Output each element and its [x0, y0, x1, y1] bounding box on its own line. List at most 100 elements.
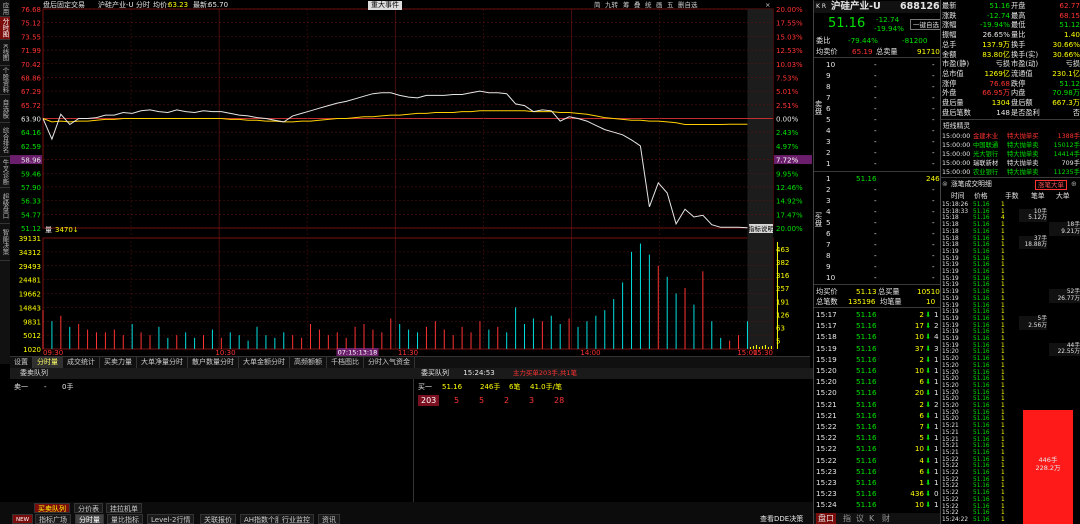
sidebar-item-0[interactable]: 应用	[0, 0, 10, 17]
trade-volume: 1	[919, 478, 924, 487]
close-icon[interactable]: ×	[765, 0, 770, 10]
bottom-tab-1[interactable]: 分价表	[74, 503, 103, 513]
quote-value: 否	[1072, 107, 1080, 117]
big-order-bar: 446手 228.2万	[1023, 410, 1073, 524]
one-click-watch-button[interactable]: 一键自选	[910, 19, 942, 30]
sidebar-item-8[interactable]: 智能决策	[0, 224, 10, 261]
chart-tab-5[interactable]: 散户数量分时	[188, 357, 239, 368]
buy-level-row: 9 - -	[814, 262, 940, 271]
bottom-tab-0[interactable]: 买卖队列	[34, 503, 70, 513]
down-arrow-icon: ⬇	[925, 466, 932, 476]
quote-label: 量比	[1011, 30, 1026, 40]
sidebar-item-5[interactable]: 综合排名	[0, 123, 10, 157]
bottom-tab2-3[interactable]: 量比指标	[107, 514, 143, 524]
buy-level-dash: -	[932, 251, 935, 260]
sector-stock: 金建木业	[973, 133, 999, 140]
stock-name: 沪硅产业-U	[831, 1, 881, 12]
buy-level-row: 10 - -	[814, 273, 940, 282]
panel-tab-3[interactable]: K	[867, 513, 876, 524]
chart-tab-4[interactable]: 大单净量分时	[137, 357, 188, 368]
sector-time: 15:00:00	[942, 151, 971, 158]
sector-row[interactable]: 15:00:00 瑞联新材 特大抛单卖 709手	[941, 159, 1080, 168]
pct-tick: 7.53%	[776, 74, 799, 82]
quote-label: 金额	[942, 49, 957, 59]
close-icon[interactable]: ⊗	[942, 180, 948, 189]
tool-button-4[interactable]: 统	[645, 0, 652, 10]
trade-volume: 436	[910, 489, 924, 499]
bottom-tab-2[interactable]: 挂拉机单	[106, 503, 142, 513]
panel-tab-4[interactable]: 财	[880, 513, 892, 524]
pct-tick: 4.97%	[776, 143, 799, 151]
trade-row: 15:22 51.16 4 ⬇ 1	[814, 456, 940, 465]
bottom-tab2-2[interactable]: 分时量	[75, 514, 104, 524]
quote-label: 总手	[942, 39, 957, 49]
panel-tab-2[interactable]: 议	[854, 513, 866, 524]
divider	[814, 57, 940, 58]
time-tick: 15:30	[753, 349, 773, 356]
trade-volume: 2	[919, 399, 924, 409]
sell-queue-header[interactable]: 委卖队列	[10, 368, 413, 379]
chart-tab-1[interactable]: 分时量	[33, 357, 63, 368]
chart-tab-6[interactable]: 大单金额分时	[239, 357, 290, 368]
chart-tab-2[interactable]: 成交统计	[63, 357, 100, 368]
settings-icon[interactable]: ⊕	[1071, 180, 1077, 189]
trade-time: 15:17	[816, 310, 837, 319]
tool-button-2[interactable]: 筹	[623, 0, 630, 10]
quote-label: 内盘	[1011, 88, 1026, 98]
bottom-tab2-5[interactable]: 关联报价	[200, 514, 236, 524]
bottom-tab2-1[interactable]: 指标广场	[35, 514, 71, 524]
sector-time: 15:00:00	[942, 160, 971, 167]
bottom-tab2-7[interactable]: 行业监控	[278, 514, 314, 524]
trade-volume: 5	[919, 433, 924, 443]
buy-level-num: 2	[826, 185, 831, 194]
trade-time: 15:22	[816, 422, 837, 431]
tool-button-5[interactable]: 画	[656, 0, 663, 10]
trade-volume: 10	[914, 444, 924, 454]
bottom-tab2-0[interactable]: NEW	[12, 514, 34, 524]
bottom-tab2-4[interactable]: Level-2行情	[147, 514, 195, 524]
indicator-button[interactable]: 指标说明	[748, 224, 775, 233]
panel-tab-1[interactable]: 指	[841, 513, 853, 524]
sector-row[interactable]: 15:00:00 农业银行 特大抛单卖 11235手	[941, 168, 1080, 177]
sidebar-item-7[interactable]: 超级盘口	[0, 188, 10, 224]
sector-row[interactable]: 15:00:00 中国联通 特大抛单卖 15012手	[941, 141, 1080, 150]
panel-tab-0[interactable]: 盘口	[816, 513, 836, 524]
sector-row[interactable]: 15:00:00 光大银行 特大抛单卖 14414手	[941, 150, 1080, 159]
chart-tab-3[interactable]: 买卖力量	[100, 357, 137, 368]
sidebar-item-6[interactable]: 牛叉诊断	[0, 157, 10, 188]
sidebar-item-4[interactable]: 自选股	[0, 95, 10, 123]
sell-level-row: 5 - -	[814, 115, 940, 124]
dde-decision-link[interactable]: 查看DDE决策	[760, 514, 803, 524]
quote-value: -19.94%	[980, 20, 1010, 30]
chart-tab-8[interactable]: 千档图比	[327, 357, 364, 368]
buy1-count: 6笔	[509, 383, 521, 391]
sidebar-item-3[interactable]: 个股资料	[0, 66, 10, 95]
buy-queue-title[interactable]: 委买队列	[421, 369, 449, 377]
tool-button-1[interactable]: 九转	[605, 0, 618, 10]
pct-tick: 2.43%	[776, 129, 799, 137]
sector-volume: 1388手	[1057, 133, 1080, 140]
quote-row: 总手 137.9万 换手 30.66%	[941, 40, 1080, 49]
sidebar-item-2[interactable]: K线图	[0, 40, 10, 66]
intraday-chart[interactable]: 76.6875.1273.5571.9970.4268.8667.2965.72…	[10, 0, 813, 356]
quote-label: 涨幅	[942, 20, 957, 30]
big-order-button[interactable]: 涨笔大单	[1035, 180, 1067, 190]
chart-tab-9[interactable]: 分时入气资金	[364, 357, 415, 368]
avg-price-label: 均价:	[153, 1, 170, 9]
chart-tab-0[interactable]: 设置	[10, 357, 33, 368]
sell-level-num: 1	[826, 159, 831, 168]
major-event-button[interactable]: 重大事件	[368, 1, 402, 10]
chart-tab-7[interactable]: 高频额额	[290, 357, 327, 368]
tool-button-0[interactable]: 简	[594, 0, 601, 10]
trade-price: 51.16	[856, 455, 877, 465]
sector-row[interactable]: 15:00:00 金建木业 特大抛单买 1388手	[941, 132, 1080, 141]
quote-value: 62.77	[1059, 1, 1080, 10]
sector-time: 15:00:00	[942, 169, 971, 176]
tool-button-6[interactable]: 五	[667, 0, 674, 10]
trade-time: 15:23	[816, 466, 837, 476]
buy-level-dash: -	[874, 218, 877, 227]
tool-button-7[interactable]: 删自选	[678, 0, 698, 10]
bottom-tab2-8[interactable]: 资讯	[318, 514, 340, 524]
tool-button-3[interactable]: 叠	[634, 0, 641, 10]
sidebar-item-1[interactable]: 分时图	[0, 17, 10, 40]
